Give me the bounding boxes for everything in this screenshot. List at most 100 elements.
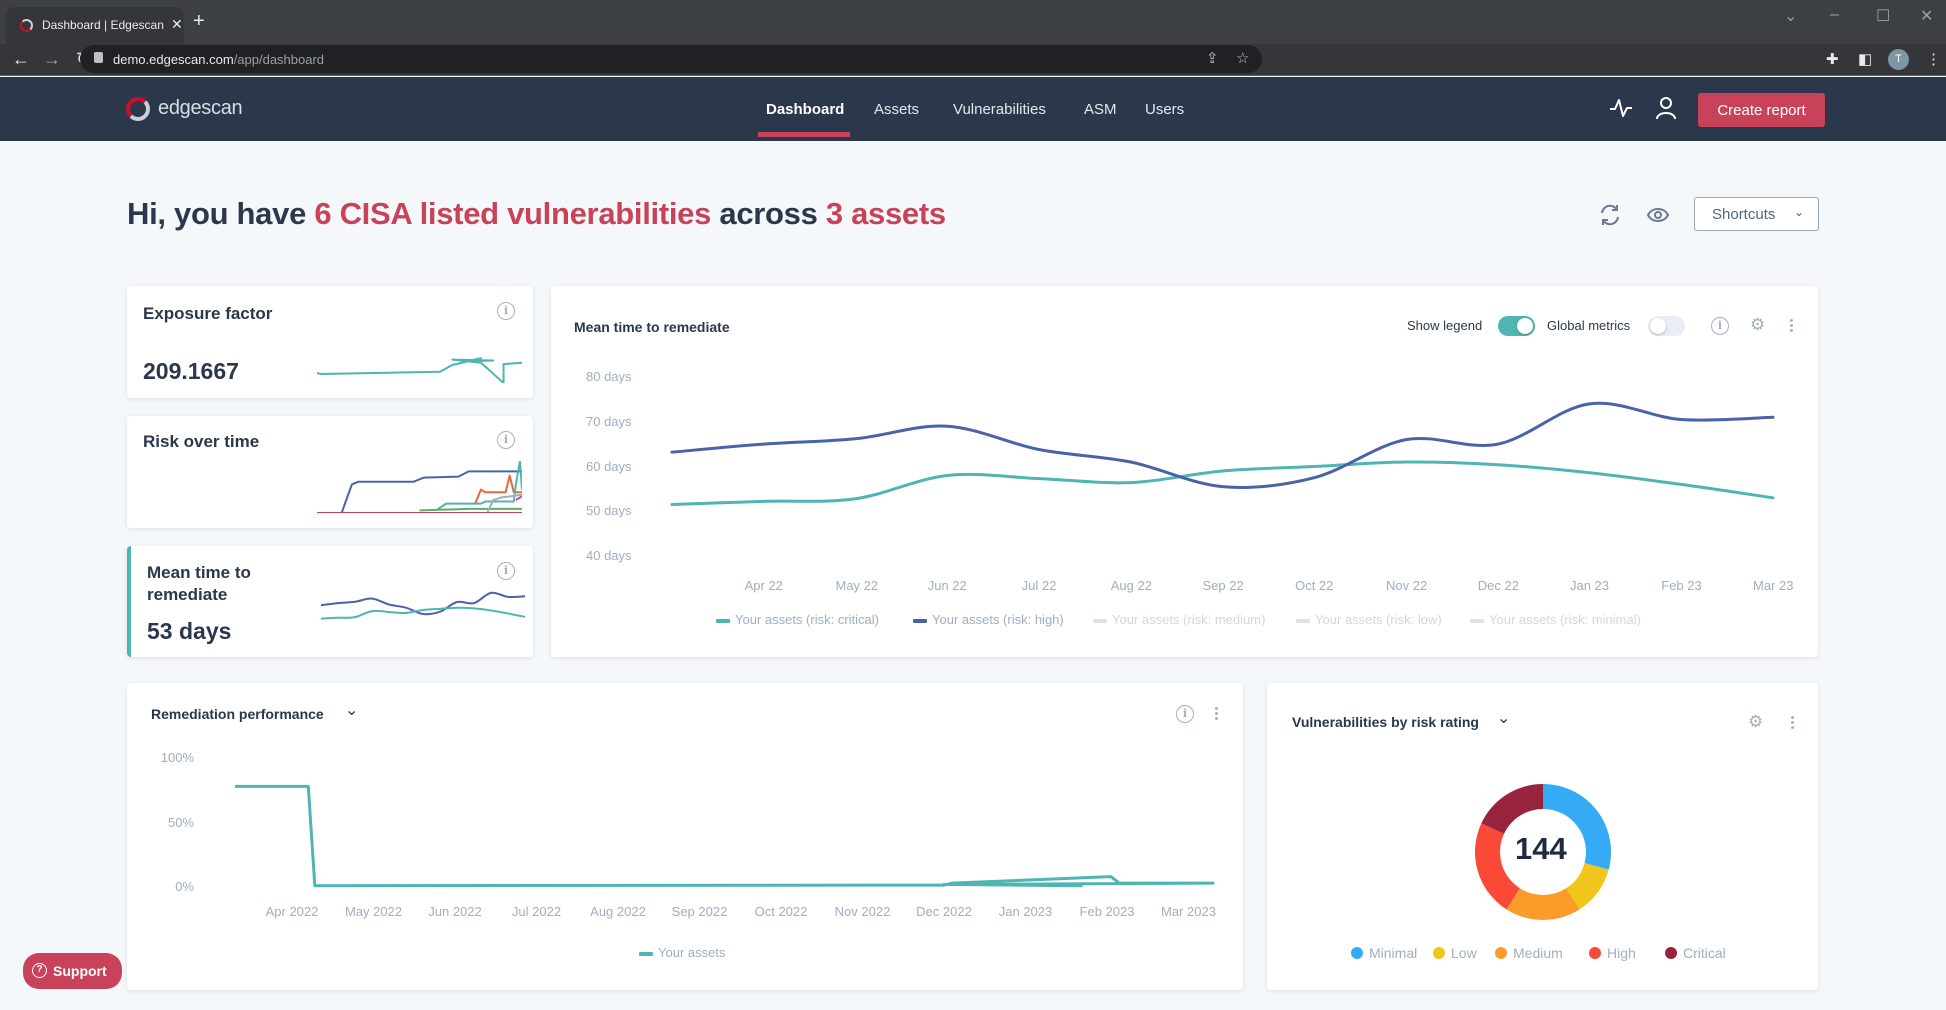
legend-item[interactable]: Your assets (risk: medium) (1093, 612, 1265, 627)
nav-dashboard[interactable]: Dashboard (766, 101, 844, 118)
close-tab-icon[interactable]: ✕ (171, 16, 183, 33)
x-tick-label: Nov 2022 (834, 904, 891, 919)
chevron-down-icon: ⌄ (1793, 205, 1804, 219)
legend-dot (1351, 947, 1363, 959)
x-tick-label: Apr 2022 (265, 904, 319, 919)
user-icon[interactable] (1653, 95, 1679, 121)
forward-icon[interactable]: → (43, 49, 61, 70)
bookmark-star-icon[interactable]: ☆ (1236, 49, 1249, 67)
lock-icon (94, 52, 103, 63)
browser-menu-icon[interactable]: ⋮ (1926, 50, 1941, 68)
cisa-vulnerabilities-link[interactable]: 6 CISA listed vulnerabilities (314, 196, 711, 231)
nav-vulnerabilities[interactable]: Vulnerabilities (953, 101, 1046, 118)
edgescan-favicon-icon (20, 19, 33, 32)
share-icon[interactable]: ⇪ (1206, 49, 1219, 67)
side-panel-icon[interactable]: ◧ (1858, 50, 1872, 68)
x-tick-label: Apr 22 (744, 578, 783, 593)
x-tick-label: Aug 22 (1110, 578, 1152, 593)
info-icon[interactable]: i (497, 302, 515, 320)
nav-asm[interactable]: ASM (1084, 101, 1117, 118)
support-button[interactable]: ? Support (23, 953, 122, 989)
remediation-performance-panel: Remediation performance ⌄ i 100% 50% 0% Ap… (127, 683, 1243, 990)
legend-item[interactable]: Your assets (risk: low) (1296, 612, 1442, 627)
refresh-icon[interactable] (1598, 203, 1622, 227)
x-tick-label: Dec 2022 (916, 904, 972, 919)
url-text: demo.edgescan.com/app/dashboard (113, 52, 324, 67)
new-tab-icon[interactable]: + (193, 10, 205, 33)
risk-over-time-card[interactable]: Risk over time i (127, 416, 533, 528)
legend-item-medium[interactable]: Medium (1495, 945, 1563, 961)
exposure-sparkline (317, 357, 522, 383)
address-bar[interactable]: demo.edgescan.com/app/dashboard ⇪ ☆ (80, 45, 1262, 73)
shortcuts-dropdown[interactable]: Shortcuts ⌄ (1694, 197, 1819, 231)
maximize-icon[interactable]: ☐ (1876, 6, 1890, 26)
y-tick-label: 100% (160, 750, 194, 765)
active-nav-indicator (758, 132, 850, 137)
donut-slice-critical[interactable] (1481, 784, 1543, 834)
exposure-factor-value: 209.1667 (143, 358, 239, 384)
minimize-icon[interactable]: – (1830, 6, 1839, 24)
x-tick-label: Feb 2023 (1079, 904, 1135, 919)
logo-wordmark: edgescan (158, 97, 243, 119)
legend-dot (1495, 947, 1507, 959)
remediation-series-line[interactable] (234, 784, 1215, 888)
nav-users[interactable]: Users (1145, 101, 1184, 118)
window-close-icon[interactable]: ✕ (1920, 6, 1933, 26)
legend-swatch (1470, 618, 1484, 623)
legend-label: Medium (1513, 945, 1563, 961)
x-tick-label: Mar 23 (1753, 578, 1794, 593)
help-icon: ? (32, 963, 47, 978)
legend-label: Your assets (risk: critical) (735, 612, 879, 627)
y-tick-label: 50% (167, 814, 194, 830)
legend-dot (1433, 947, 1445, 959)
legend-item-high[interactable]: High (1589, 945, 1636, 961)
mttr-line-chart (670, 401, 1775, 507)
sparkline-teal (435, 461, 522, 512)
legend-item-critical[interactable]: Critical (1665, 945, 1726, 961)
x-tick-label: Oct 22 (1295, 578, 1334, 593)
legend-item[interactable]: Your assets (risk: critical) (716, 612, 879, 627)
y-tick-label: 80 days (586, 369, 632, 384)
legend-item[interactable]: Your assets (risk: minimal) (1470, 612, 1641, 627)
mttr-card[interactable]: Mean time to remediate i 53 days (127, 546, 533, 657)
url-path: /app/dashboard (233, 52, 325, 67)
create-report-button[interactable]: Create report (1698, 93, 1825, 127)
browser-tab[interactable]: Dashboard | Edgescan ✕ (6, 7, 184, 44)
y-tick-label: 40 days (586, 548, 632, 563)
tab-title: Dashboard | Edgescan (42, 18, 164, 32)
mttr-series-line[interactable] (670, 460, 1775, 507)
page-greeting: Hi, you have 6 CISA listed vulnerabiliti… (127, 196, 946, 232)
edgescan-logo[interactable]: edgescan (126, 95, 276, 125)
x-tick-label: Sep 2022 (671, 904, 728, 919)
legend-item-low[interactable]: Low (1433, 945, 1477, 961)
info-icon[interactable]: i (497, 562, 515, 580)
legend-label: Low (1451, 945, 1477, 961)
x-tick-label: Jan 2023 (998, 904, 1053, 919)
activity-icon[interactable] (1608, 95, 1634, 121)
card-title: Mean time to remediate (147, 563, 251, 604)
shortcuts-label: Shortcuts (1712, 205, 1776, 223)
back-icon[interactable]: ← (12, 49, 30, 70)
x-tick-label: Nov 22 (1386, 578, 1428, 593)
donut-total: 144 (1515, 831, 1567, 866)
legend-label: Critical (1683, 945, 1726, 961)
mttr-value: 53 days (147, 618, 232, 644)
x-tick-label: Aug 2022 (590, 904, 646, 919)
greeting-prefix: Hi, you have (127, 196, 315, 231)
tab-search-icon[interactable]: ⌄ (1784, 6, 1797, 26)
legend-label: Your assets (risk: low) (1315, 612, 1442, 627)
exposure-factor-card[interactable]: Exposure factor i 209.1667 (127, 286, 533, 398)
legend-item[interactable]: Your assets (639, 945, 725, 960)
donut-slice-high[interactable] (1475, 823, 1520, 910)
extensions-icon[interactable]: ✚ (1826, 50, 1839, 68)
nav-assets[interactable]: Assets (874, 101, 919, 118)
donut-slice-medium[interactable] (1506, 888, 1580, 920)
eye-icon[interactable] (1646, 203, 1670, 227)
legend-item-minimal[interactable]: Minimal (1351, 945, 1417, 961)
support-label: Support (53, 963, 107, 979)
legend-item[interactable]: Your assets (risk: high) (913, 612, 1064, 627)
info-icon[interactable]: i (497, 431, 515, 449)
profile-avatar[interactable]: T (1888, 49, 1909, 70)
legend-dot (1589, 947, 1601, 959)
assets-link[interactable]: 3 assets (826, 196, 946, 231)
